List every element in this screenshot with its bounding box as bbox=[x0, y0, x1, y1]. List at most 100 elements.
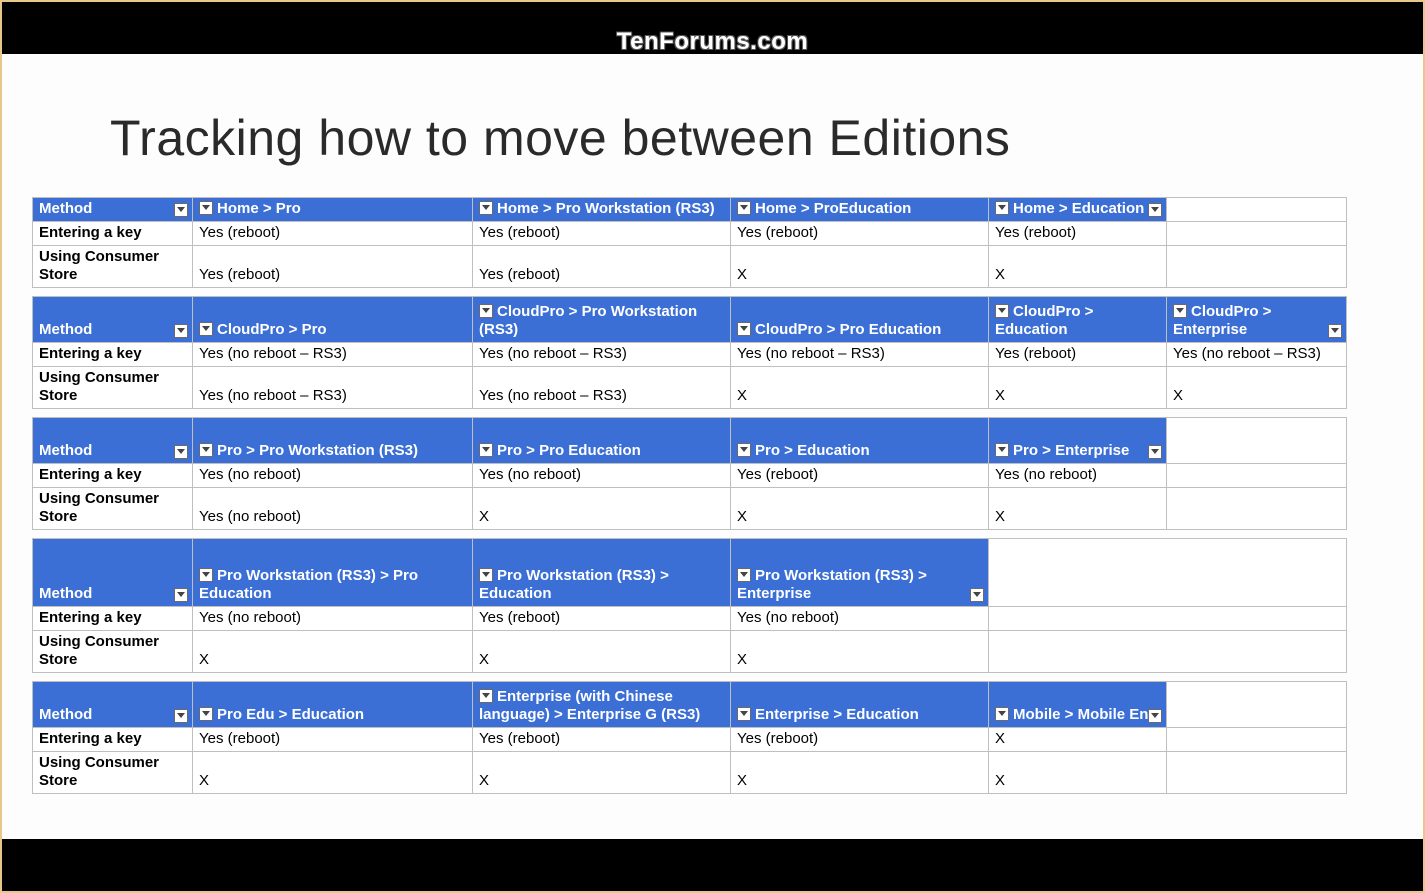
cell: X bbox=[731, 631, 989, 673]
col-header[interactable]: Home > Pro bbox=[193, 198, 473, 222]
filter-icon[interactable] bbox=[995, 201, 1009, 215]
table-row: Using Consumer Store Yes (no reboot) X X… bbox=[33, 488, 1347, 530]
table-5: Method Pro Edu > Education Enterprise (w… bbox=[32, 681, 1347, 794]
filter-icon[interactable] bbox=[174, 324, 188, 338]
cell bbox=[1167, 198, 1347, 222]
filter-icon[interactable] bbox=[1173, 304, 1187, 318]
row-label: Using Consumer Store bbox=[33, 631, 193, 673]
filter-icon[interactable] bbox=[479, 443, 493, 457]
table-3: Method Pro > Pro Workstation (RS3) Pro >… bbox=[32, 417, 1347, 530]
col-header[interactable]: Home > ProEducation bbox=[731, 198, 989, 222]
filter-icon[interactable] bbox=[479, 201, 493, 215]
table-row: Entering a key Yes (no reboot) Yes (no r… bbox=[33, 464, 1347, 488]
filter-icon[interactable] bbox=[199, 568, 213, 582]
col-header[interactable]: Pro Workstation (RS3) > Education bbox=[473, 539, 731, 607]
cell: Yes (reboot) bbox=[731, 222, 989, 246]
cell bbox=[1167, 488, 1347, 530]
cell: X bbox=[1167, 367, 1347, 409]
filter-icon[interactable] bbox=[737, 568, 751, 582]
cell: Yes (no reboot – RS3) bbox=[473, 367, 731, 409]
cell: Yes (reboot) bbox=[731, 464, 989, 488]
cell: Yes (no reboot – RS3) bbox=[473, 343, 731, 367]
row-label: Using Consumer Store bbox=[33, 488, 193, 530]
filter-icon[interactable] bbox=[737, 443, 751, 457]
cell: X bbox=[731, 246, 989, 288]
col-header[interactable]: CloudPro > Pro Education bbox=[731, 297, 989, 343]
filter-icon[interactable] bbox=[199, 322, 213, 336]
filter-icon[interactable] bbox=[737, 707, 751, 721]
table-row: Using Consumer Store Yes (reboot) Yes (r… bbox=[33, 246, 1347, 288]
filter-icon[interactable] bbox=[479, 568, 493, 582]
col-header[interactable]: Pro Workstation (RS3) > Enterprise bbox=[731, 539, 989, 607]
row-label: Entering a key bbox=[33, 464, 193, 488]
table-4: Method Pro Workstation (RS3) > Pro Educa… bbox=[32, 538, 1347, 673]
table-row: Entering a key Yes (reboot) Yes (reboot)… bbox=[33, 222, 1347, 246]
cell: Yes (no reboot) bbox=[473, 464, 731, 488]
col-header[interactable]: CloudPro > Enterprise bbox=[1167, 297, 1347, 343]
col-header[interactable]: Home > Pro Workstation (RS3) bbox=[473, 198, 731, 222]
cell: X bbox=[731, 752, 989, 794]
cell: Yes (reboot) bbox=[731, 728, 989, 752]
filter-icon[interactable] bbox=[199, 201, 213, 215]
filter-icon[interactable] bbox=[1148, 445, 1162, 459]
cell: Yes (no reboot – RS3) bbox=[731, 343, 989, 367]
col-header[interactable]: Pro > Enterprise bbox=[989, 418, 1167, 464]
col-header[interactable]: CloudPro > Pro Workstation (RS3) bbox=[473, 297, 731, 343]
col-header[interactable]: Pro Workstation (RS3) > Pro Education bbox=[193, 539, 473, 607]
filter-icon[interactable] bbox=[995, 443, 1009, 457]
cell bbox=[989, 631, 1347, 673]
table-row: Entering a key Yes (no reboot – RS3) Yes… bbox=[33, 343, 1347, 367]
col-header[interactable]: Pro > Education bbox=[731, 418, 989, 464]
filter-icon[interactable] bbox=[737, 322, 751, 336]
filter-icon[interactable] bbox=[199, 443, 213, 457]
row-label: Using Consumer Store bbox=[33, 752, 193, 794]
table-row: Method CloudPro > Pro CloudPro > Pro Wor… bbox=[33, 297, 1347, 343]
cell: Yes (reboot) bbox=[473, 246, 731, 288]
filter-icon[interactable] bbox=[479, 689, 493, 703]
cell: X bbox=[731, 367, 989, 409]
filter-icon[interactable] bbox=[174, 588, 188, 602]
col-header[interactable]: Home > Education bbox=[989, 198, 1167, 222]
cell: Yes (reboot) bbox=[989, 343, 1167, 367]
cell: Yes (reboot) bbox=[473, 728, 731, 752]
col-header[interactable]: Enterprise (with Chinese language) > Ent… bbox=[473, 682, 731, 728]
cell: Yes (reboot) bbox=[989, 222, 1167, 246]
row-label: Entering a key bbox=[33, 728, 193, 752]
col-header[interactable]: Mobile > Mobile Ent bbox=[989, 682, 1167, 728]
cell: X bbox=[731, 488, 989, 530]
filter-icon[interactable] bbox=[199, 707, 213, 721]
col-header[interactable]: Pro Edu > Education bbox=[193, 682, 473, 728]
filter-icon[interactable] bbox=[1148, 709, 1162, 723]
col-header-method[interactable]: Method bbox=[33, 418, 193, 464]
col-header[interactable]: Pro > Pro Workstation (RS3) bbox=[193, 418, 473, 464]
filter-icon[interactable] bbox=[995, 707, 1009, 721]
letterbox-bottom bbox=[2, 839, 1423, 891]
table-row: Entering a key Yes (no reboot) Yes (rebo… bbox=[33, 607, 1347, 631]
slide: Tracking how to move between Editions Me… bbox=[2, 54, 1423, 839]
cell: Yes (no reboot) bbox=[731, 607, 989, 631]
filter-icon[interactable] bbox=[970, 588, 984, 602]
cell: Yes (no reboot) bbox=[193, 488, 473, 530]
col-header-method[interactable]: Method bbox=[33, 198, 193, 222]
col-header[interactable]: CloudPro > Education bbox=[989, 297, 1167, 343]
filter-icon[interactable] bbox=[174, 445, 188, 459]
cell: X bbox=[473, 488, 731, 530]
table-row: Using Consumer Store X X X X bbox=[33, 752, 1347, 794]
col-header[interactable]: CloudPro > Pro bbox=[193, 297, 473, 343]
col-header[interactable]: Pro > Pro Education bbox=[473, 418, 731, 464]
cell: X bbox=[989, 752, 1167, 794]
table-2: Method CloudPro > Pro CloudPro > Pro Wor… bbox=[32, 296, 1347, 409]
filter-icon[interactable] bbox=[995, 304, 1009, 318]
filter-icon[interactable] bbox=[1148, 203, 1162, 217]
cell: Yes (no reboot) bbox=[193, 464, 473, 488]
filter-icon[interactable] bbox=[174, 709, 188, 723]
filter-icon[interactable] bbox=[479, 304, 493, 318]
filter-icon[interactable] bbox=[1328, 324, 1342, 338]
col-header-method[interactable]: Method bbox=[33, 682, 193, 728]
filter-icon[interactable] bbox=[737, 201, 751, 215]
cell: Yes (no reboot) bbox=[989, 464, 1167, 488]
col-header-method[interactable]: Method bbox=[33, 539, 193, 607]
col-header[interactable]: Enterprise > Education bbox=[731, 682, 989, 728]
col-header-method[interactable]: Method bbox=[33, 297, 193, 343]
filter-icon[interactable] bbox=[174, 203, 188, 217]
